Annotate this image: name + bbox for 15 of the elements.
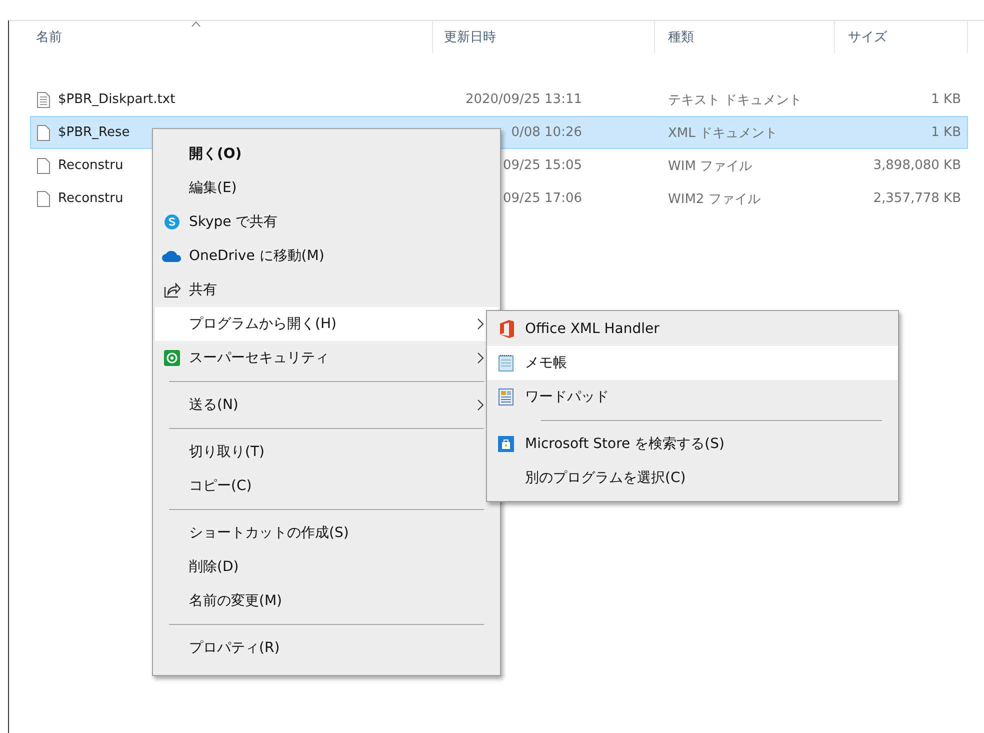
file-size: 3,898,080 KB (872, 157, 962, 175)
file-type: WIM2 ファイル (667, 190, 762, 208)
file-name: $PBR_Diskpart.txt (58, 92, 176, 107)
file-type: テキスト ドキュメント (667, 92, 804, 110)
file-size: 1 KB (835, 116, 968, 149)
file-name: $PBR_Rese (58, 125, 130, 140)
modified-date: 09/25 15:05 (502, 157, 583, 175)
file-name: Reconstru (58, 158, 124, 173)
file-name: Reconstru (58, 191, 124, 206)
modified-date: 09/25 17:06 (502, 190, 583, 208)
file-size: 2,357,778 KB (872, 190, 962, 208)
modified-date: 2020/09/25 13:11 (464, 91, 583, 109)
file-type: WIM ファイル (667, 158, 754, 176)
file-type: XML ドキュメント (655, 116, 835, 149)
file-size: 1 KB (930, 91, 962, 109)
